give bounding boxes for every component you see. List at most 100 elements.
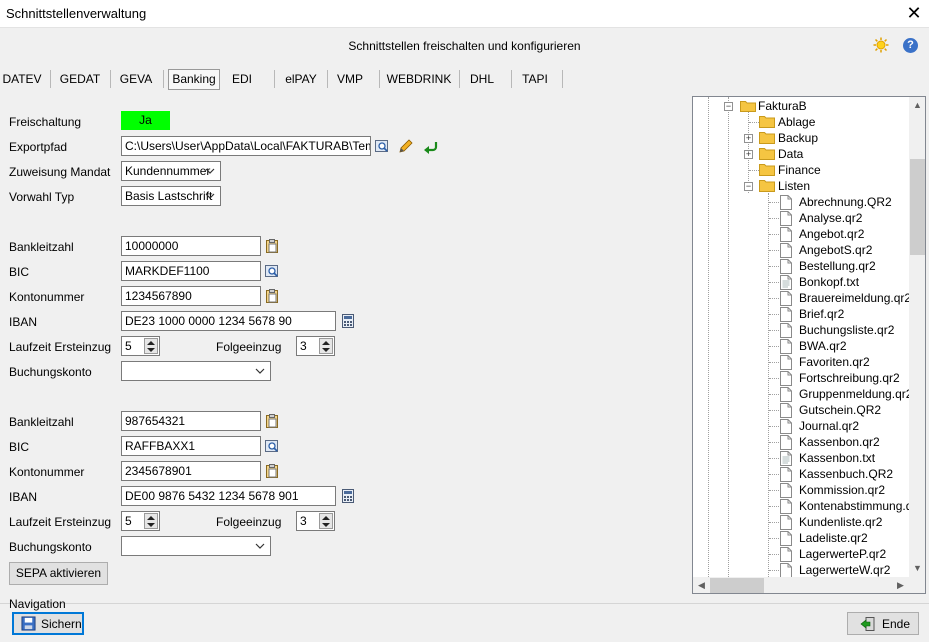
tree-file[interactable]: Journal.qr2: [799, 418, 859, 434]
search-icon[interactable]: [264, 263, 280, 279]
tree-file[interactable]: Kommission.qr2: [799, 482, 885, 498]
tree-file[interactable]: Angebot.qr2: [799, 226, 864, 242]
scroll-up-icon[interactable]: ▲: [909, 97, 925, 114]
tree-file[interactable]: Kassenbon.qr2: [799, 434, 880, 450]
tree-file[interactable]: LagerwerteP.qr2: [799, 546, 886, 562]
scroll-thumb[interactable]: [710, 578, 764, 593]
clipboard-icon[interactable]: [264, 288, 280, 304]
tree-file[interactable]: AngebotS.qr2: [799, 242, 872, 258]
browse-folder-icon[interactable]: [374, 138, 390, 154]
tab-tapi[interactable]: TAPI: [516, 67, 554, 91]
tab-banking[interactable]: Banking: [168, 69, 220, 90]
tree-folder[interactable]: Finance: [778, 162, 821, 178]
arrow-down-icon[interactable]: [322, 523, 330, 527]
tree-file[interactable]: Brief.qr2: [799, 306, 844, 322]
vorwahl-typ-select[interactable]: Basis Lastschrift: [121, 186, 221, 206]
tree-file[interactable]: Gutschein.QR2: [799, 402, 881, 418]
tree-file[interactable]: Kassenbon.txt: [799, 450, 875, 466]
folgeeinzug-stepper[interactable]: 3: [296, 336, 335, 356]
tree-folder[interactable]: Listen: [778, 178, 810, 194]
calculator-icon[interactable]: [340, 313, 356, 329]
search-icon[interactable]: [264, 438, 280, 454]
freischaltung-status[interactable]: Ja: [121, 111, 170, 130]
tab-webdrink[interactable]: WEBDRINK: [386, 67, 452, 91]
stepper-buttons[interactable]: [319, 513, 333, 529]
tree-folder[interactable]: Backup: [778, 130, 818, 146]
tree-item-root[interactable]: FakturaB: [758, 98, 807, 114]
bic-input[interactable]: MARKDEF1100: [121, 261, 261, 281]
iban-input[interactable]: DE23 1000 0000 1234 5678 90: [121, 311, 336, 331]
scroll-down-icon[interactable]: ▼: [909, 560, 925, 577]
tree-folder[interactable]: Ablage: [778, 114, 815, 130]
clipboard-icon[interactable]: [264, 463, 280, 479]
arrow-up-icon[interactable]: [147, 516, 155, 520]
stepper-buttons[interactable]: [319, 338, 333, 354]
buchungskonto-select[interactable]: [121, 536, 271, 556]
sun-icon[interactable]: [873, 37, 889, 53]
pencil-icon[interactable]: [398, 138, 414, 154]
arrow-up-icon[interactable]: [322, 341, 330, 345]
calculator-icon[interactable]: [340, 488, 356, 504]
undo-icon[interactable]: [423, 138, 439, 154]
tree-file[interactable]: Brauereimeldung.qr2: [799, 290, 911, 306]
iban-input[interactable]: DE00 9876 5432 1234 5678 901: [121, 486, 336, 506]
tree-file[interactable]: Kundenliste.qr2: [799, 514, 882, 530]
end-button[interactable]: Ende: [847, 612, 919, 635]
tree-file[interactable]: Buchungsliste.qr2: [799, 322, 894, 338]
save-button[interactable]: Sichern: [12, 612, 84, 635]
expand-icon[interactable]: +: [744, 134, 753, 143]
clipboard-icon[interactable]: [264, 238, 280, 254]
exportpfad-input[interactable]: C:\Users\User\AppData\Local\FAKTURAB\Tem…: [121, 136, 371, 156]
scroll-right-icon[interactable]: ▶: [892, 577, 909, 593]
arrow-up-icon[interactable]: [147, 341, 155, 345]
kontonummer-input[interactable]: 2345678901: [121, 461, 261, 481]
tree-file[interactable]: Favoriten.qr2: [799, 354, 870, 370]
arrow-up-icon[interactable]: [322, 516, 330, 520]
stepper-buttons[interactable]: [144, 338, 158, 354]
collapse-icon[interactable]: −: [724, 102, 733, 111]
vertical-scrollbar[interactable]: ▲ ▼: [909, 97, 925, 577]
arrow-down-icon[interactable]: [147, 348, 155, 352]
kontonummer-input[interactable]: 1234567890: [121, 286, 261, 306]
clipboard-icon[interactable]: [264, 413, 280, 429]
close-button[interactable]: ✕: [899, 0, 929, 28]
tab-dhl[interactable]: DHL: [464, 67, 500, 91]
tab-datev[interactable]: DATEV: [2, 67, 42, 91]
tab-geva[interactable]: GEVA: [116, 67, 156, 91]
zuweisung-mandat-select[interactable]: Kundennummer: [121, 161, 221, 181]
tree-file[interactable]: Fortschreibung.qr2: [799, 370, 900, 386]
tree-file[interactable]: Bonkopf.txt: [799, 274, 859, 290]
tree-file[interactable]: Gruppenmeldung.qr2: [799, 386, 912, 402]
folgeeinzug-stepper[interactable]: 3: [296, 511, 335, 531]
laufzeit-ersteinzug-stepper[interactable]: 5: [121, 336, 160, 356]
tree-file[interactable]: Abrechnung.QR2: [799, 194, 892, 210]
help-icon[interactable]: ?: [903, 38, 918, 53]
tab-elpay[interactable]: elPAY: [282, 67, 320, 91]
tree-file[interactable]: Kontenabstimmung.qr2: [799, 498, 923, 514]
laufzeit-ersteinzug-stepper[interactable]: 5: [121, 511, 160, 531]
sepa-activate-button[interactable]: SEPA aktivieren: [9, 562, 108, 585]
file-tree[interactable]: − FakturaB Ablage + Backup + Data Financ…: [692, 96, 926, 594]
collapse-icon[interactable]: −: [744, 182, 753, 191]
tab-edi[interactable]: EDI: [226, 67, 258, 91]
scroll-thumb[interactable]: [910, 159, 925, 255]
tree-file[interactable]: LagerwerteW.qr2: [799, 562, 890, 578]
tree-file[interactable]: Kassenbuch.QR2: [799, 466, 893, 482]
tree-file[interactable]: Ladeliste.qr2: [799, 530, 868, 546]
buchungskonto-select[interactable]: [121, 361, 271, 381]
tree-file[interactable]: Bestellung.qr2: [799, 258, 876, 274]
stepper-buttons[interactable]: [144, 513, 158, 529]
scroll-left-icon[interactable]: ◀: [693, 577, 710, 593]
tab-vmp[interactable]: VMP: [332, 67, 368, 91]
bic-input[interactable]: RAFFBAXX1: [121, 436, 261, 456]
tab-gedat[interactable]: GEDAT: [58, 67, 102, 91]
tree-file[interactable]: Analyse.qr2: [799, 210, 862, 226]
tree-folder[interactable]: Data: [778, 146, 803, 162]
expand-icon[interactable]: +: [744, 150, 753, 159]
arrow-down-icon[interactable]: [322, 348, 330, 352]
tree-file[interactable]: BWA.qr2: [799, 338, 847, 354]
bankleitzahl-input[interactable]: 987654321: [121, 411, 261, 431]
bankleitzahl-input[interactable]: 10000000: [121, 236, 261, 256]
arrow-down-icon[interactable]: [147, 523, 155, 527]
horizontal-scrollbar[interactable]: ◀ ▶: [693, 577, 909, 593]
